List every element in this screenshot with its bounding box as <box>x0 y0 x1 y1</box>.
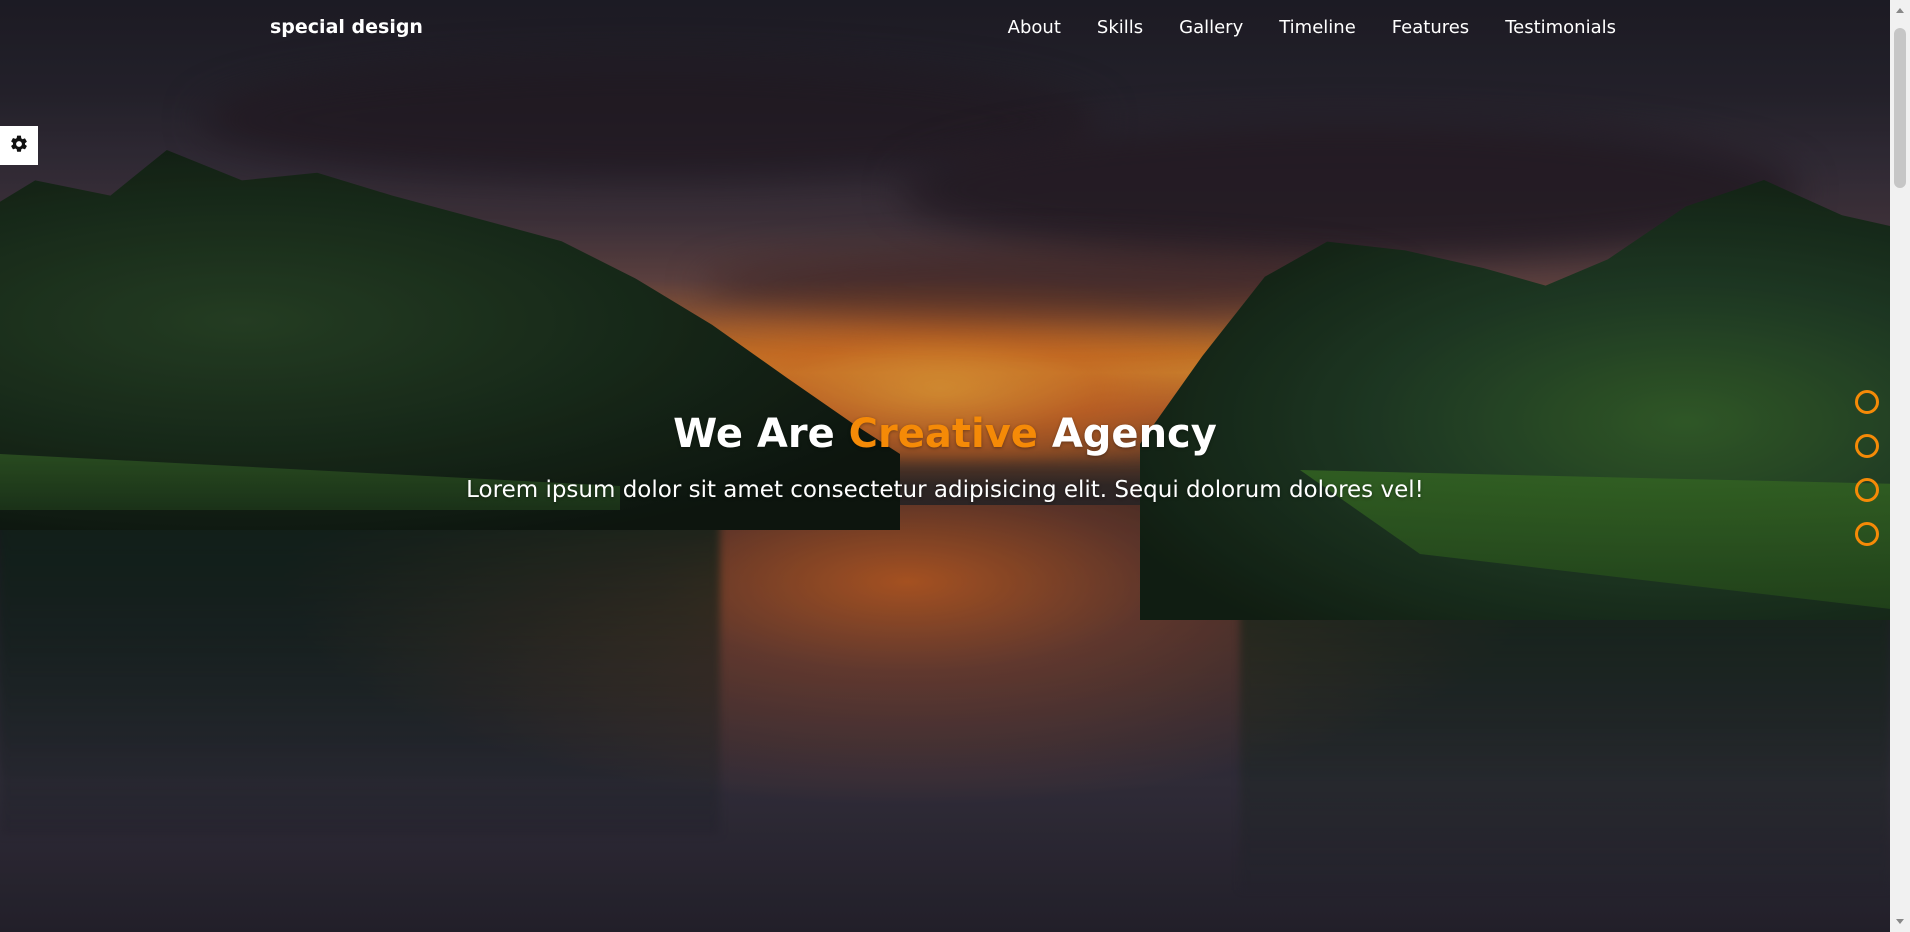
hero-description: Lorem ipsum dolor sit amet consectetur a… <box>466 477 1424 503</box>
nav-link-about[interactable]: About <box>990 16 1079 40</box>
section-bullet-2[interactable] <box>1855 434 1879 458</box>
hero-title-part1: We Are <box>673 411 835 457</box>
nav-link-gallery[interactable]: Gallery <box>1161 16 1261 40</box>
scrollbar-thumb[interactable] <box>1894 28 1906 188</box>
settings-toggle-button[interactable] <box>0 126 38 165</box>
nav-link-features[interactable]: Features <box>1374 16 1487 40</box>
main-nav: About Skills Gallery Timeline Features T… <box>990 16 1616 40</box>
scroll-up-arrow-icon[interactable] <box>1896 8 1904 13</box>
section-bullet-4[interactable] <box>1855 522 1879 546</box>
site-header: special design About Skills Gallery Time… <box>0 0 1890 56</box>
page-scrollbar[interactable] <box>1890 0 1910 932</box>
nav-link-skills[interactable]: Skills <box>1079 16 1161 40</box>
scroll-down-arrow-icon[interactable] <box>1896 919 1904 924</box>
nav-link-timeline[interactable]: Timeline <box>1261 16 1374 40</box>
hero-content: We Are Creative Agency Lorem ipsum dolor… <box>0 406 1890 506</box>
section-bullets <box>1855 390 1879 566</box>
hero-title-accent: Creative <box>848 411 1038 457</box>
gear-icon <box>9 134 29 158</box>
site-logo[interactable]: special design <box>270 16 423 38</box>
hero-title: We Are Creative Agency <box>0 406 1890 462</box>
section-bullet-3[interactable] <box>1855 478 1879 502</box>
hero-title-part2: Agency <box>1051 411 1217 457</box>
section-bullet-1[interactable] <box>1855 390 1879 414</box>
nav-link-testimonials[interactable]: Testimonials <box>1487 16 1616 40</box>
